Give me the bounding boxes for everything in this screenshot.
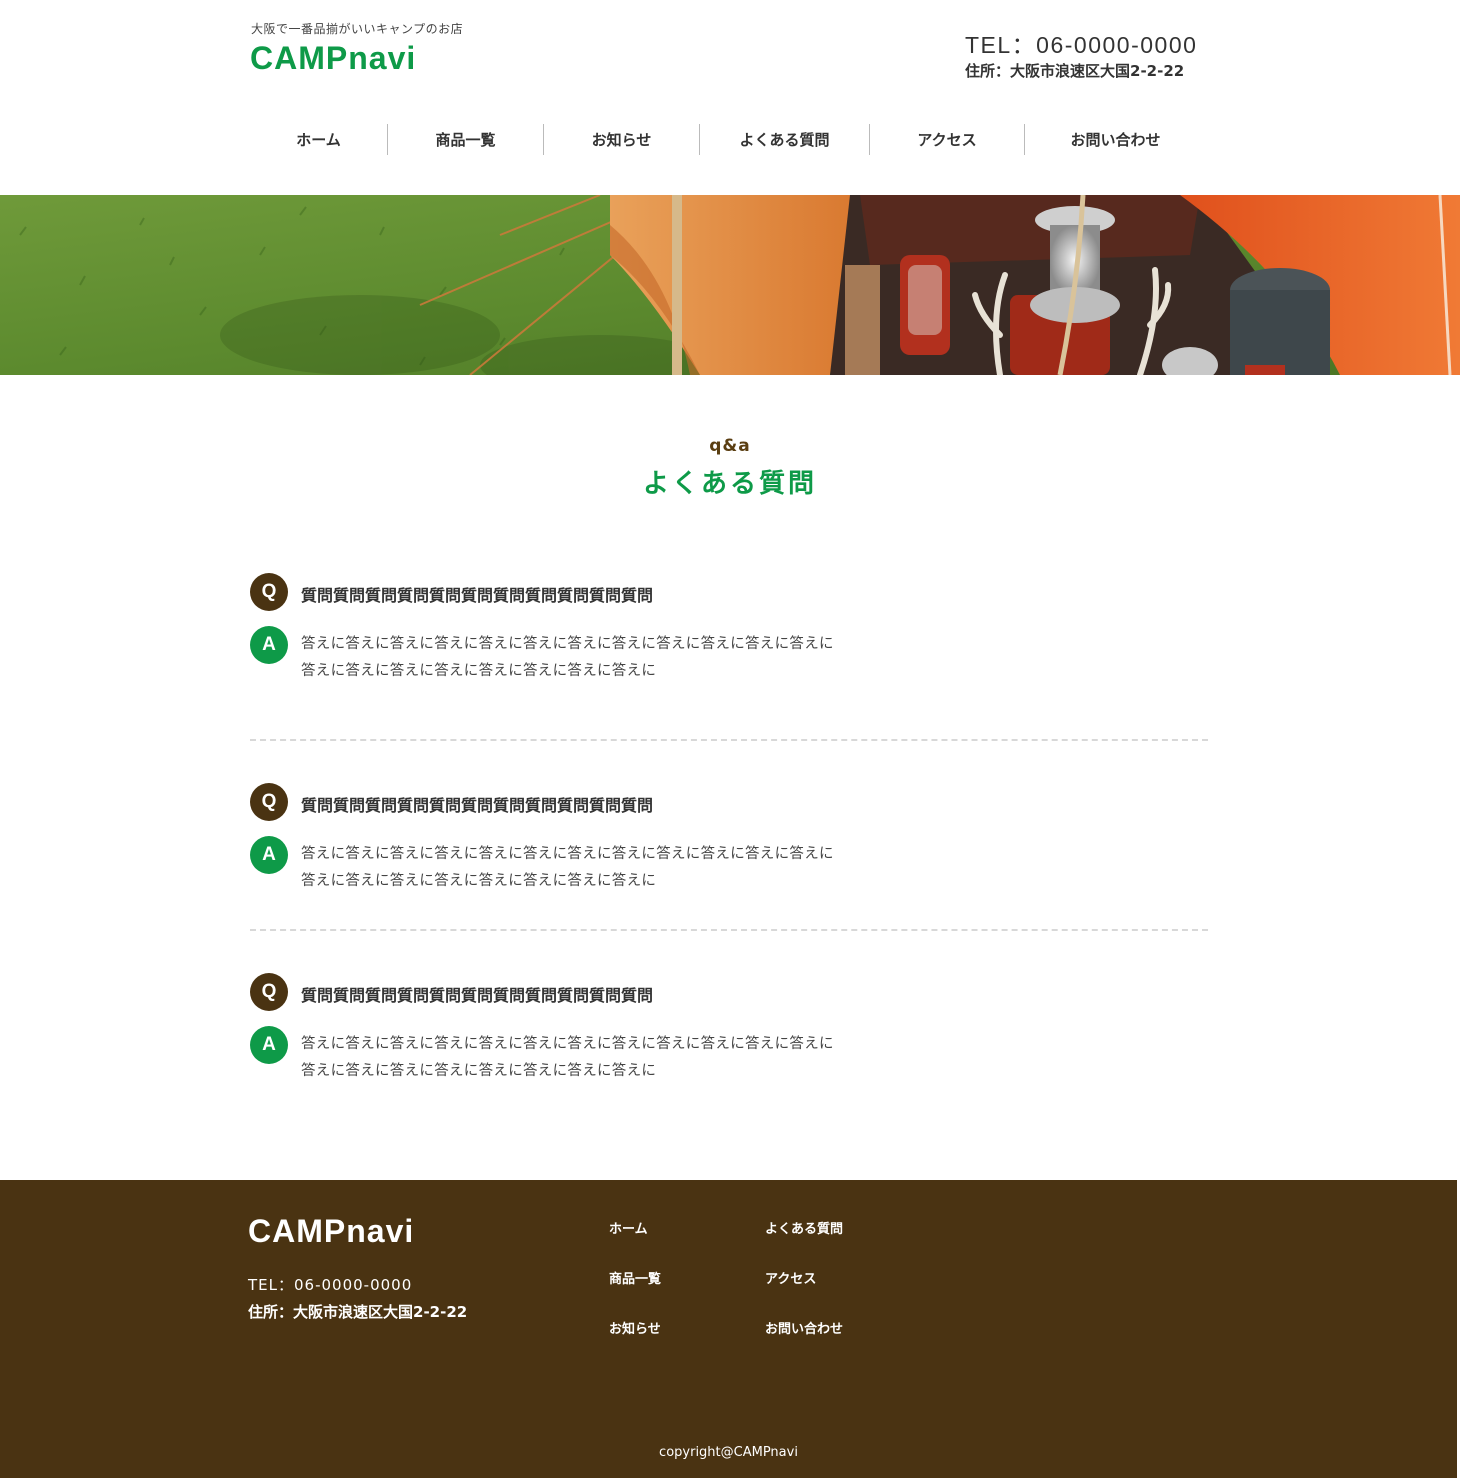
question-badge: Q [250,573,288,611]
header-address: 住所：大阪市浪速区大国2-2-22 [965,62,1185,80]
nav-item-products[interactable]: 商品一覧 [388,124,544,155]
site-logo[interactable]: CAMPnavi [250,40,416,77]
qa-item: Q 質問質問質問質問質問質問質問質問質問質問質問 A 答えに答えに答えに答えに答… [250,573,1208,693]
footer-link-access[interactable]: アクセス [765,1268,816,1287]
hero-image [0,195,1460,375]
qa-divider [250,929,1208,931]
nav-item-contact[interactable]: お問い合わせ [1025,124,1206,155]
footer-link-news[interactable]: お知らせ [609,1318,661,1337]
nav-item-access[interactable]: アクセス [870,124,1025,155]
footer-tel: TEL：06-0000-0000 [248,1276,413,1294]
site-header: 大阪で一番品揃がいいキャンプのお店 CAMPnavi TEL：06-0000-0… [0,0,1460,195]
qa-item: Q 質問質問質問質問質問質問質問質問質問質問質問 A 答えに答えに答えに答えに答… [250,973,1208,1093]
question-text: 質問質問質問質問質問質問質問質問質問質問質問 [301,586,654,605]
footer-address: 住所：大阪市浪速区大国2-2-22 [248,1303,468,1321]
global-nav: ホーム 商品一覧 お知らせ よくある質問 アクセス お問い合わせ [250,124,1206,155]
answer-badge: A [250,1026,288,1064]
qa-divider [250,739,1208,741]
question-badge: Q [250,783,288,821]
nav-item-faq[interactable]: よくある質問 [700,124,870,155]
answer-badge: A [250,626,288,664]
nav-item-news[interactable]: お知らせ [544,124,700,155]
site-footer: CAMPnavi TEL：06-0000-0000 住所：大阪市浪速区大国2-2… [0,1180,1457,1478]
question-text: 質問質問質問質問質問質問質問質問質問質問質問 [301,986,654,1005]
section-subtitle: q&a [709,436,751,456]
question-badge: Q [250,973,288,1011]
qa-item: Q 質問質問質問質問質問質問質問質問質問質問質問 A 答えに答えに答えに答えに答… [250,783,1208,903]
answer-text: 答えに答えに答えに答えに答えに答えに答えに答えに答えに答えに答えに答えに答えに答… [301,636,834,679]
answer-badge: A [250,836,288,874]
camping-tent-photo [0,195,1460,375]
footer-link-products[interactable]: 商品一覧 [609,1268,661,1287]
footer-link-faq[interactable]: よくある質問 [765,1218,843,1237]
answer-text: 答えに答えに答えに答えに答えに答えに答えに答えに答えに答えに答えに答えに答えに答… [301,1036,834,1079]
answer-text: 答えに答えに答えに答えに答えに答えに答えに答えに答えに答えに答えに答えに答えに答… [301,846,834,889]
footer-logo[interactable]: CAMPnavi [248,1213,414,1250]
footer-link-contact[interactable]: お問い合わせ [765,1318,843,1337]
header-tel: TEL：06-0000-0000 [965,32,1198,58]
question-text: 質問質問質問質問質問質問質問質問質問質問質問 [301,796,654,815]
footer-link-home[interactable]: ホーム [609,1218,648,1237]
header-tagline: 大阪で一番品揃がいいキャンプのお店 [251,22,464,36]
page-title: よくある質問 [642,469,817,499]
nav-item-home[interactable]: ホーム [250,124,388,155]
copyright-text: copyright@CAMPnavi [659,1445,798,1460]
